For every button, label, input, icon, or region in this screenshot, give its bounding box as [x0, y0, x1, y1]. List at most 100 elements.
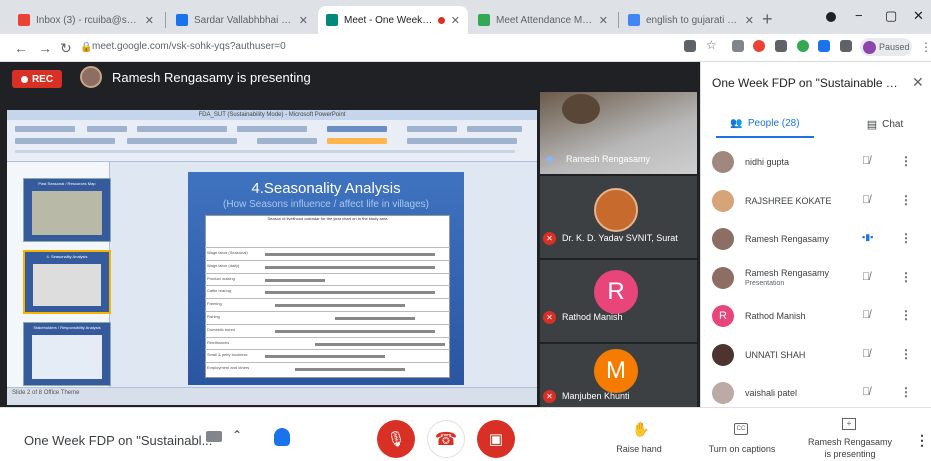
camera-icon[interactable]: [684, 40, 696, 52]
presenting-label[interactable]: is presenting: [800, 449, 900, 459]
slide-thumbnail[interactable]: Stakeholders / Responsibility Analysis: [23, 322, 111, 386]
extension-icon: [478, 14, 490, 26]
participant-name: Dr. K. D. Yadav SVNIT, Surat: [562, 233, 678, 243]
speaking-icon: ▪▮▪: [862, 232, 874, 242]
table-row: Wage labor (daily): [205, 259, 450, 272]
media-control-icon[interactable]: [826, 12, 836, 22]
chevron-up-icon[interactable]: ⌃: [232, 428, 242, 442]
table-row: Wage labor (Seasonal): [205, 247, 450, 259]
recording-dot-icon: [437, 16, 445, 24]
close-tab-icon[interactable]: ✕: [145, 14, 154, 27]
mic-off-icon: ✕: [543, 311, 556, 324]
forward-icon[interactable]: →: [38, 40, 52, 56]
close-tab-icon[interactable]: ✕: [451, 14, 460, 27]
tab-svnit[interactable]: Sardar Vallabhbhai National ✕: [168, 6, 316, 34]
avatar: [80, 66, 102, 88]
participant-row[interactable]: [700, 337, 931, 375]
participant-row[interactable]: [700, 144, 931, 182]
more-options-icon[interactable]: ⋮: [900, 231, 912, 245]
profile-status: Paused: [879, 42, 910, 52]
meet-icon: [326, 14, 338, 26]
extension-icon[interactable]: [818, 40, 830, 52]
more-options-icon[interactable]: ⋮: [900, 308, 912, 322]
tab-title: Sardar Vallabhbhai National: [194, 14, 293, 26]
more-options-icon[interactable]: ⋮: [915, 432, 929, 449]
download-icon[interactable]: [775, 40, 787, 52]
extension-icon[interactable]: [753, 40, 765, 52]
back-icon[interactable]: ←: [14, 40, 28, 56]
record-icon: [20, 75, 28, 83]
browser-tab-bar: Inbox (3) - rcuiba@svnit.ac.in ✕ Sardar …: [0, 0, 931, 34]
browser-menu-icon[interactable]: ⋮: [920, 40, 931, 54]
tab-meet[interactable]: Meet - One Week FDP o ✕: [318, 6, 468, 34]
close-tab-icon[interactable]: ✕: [299, 14, 308, 27]
close-window-button[interactable]: ✕: [913, 8, 924, 24]
raise-hand-button[interactable]: Raise hand: [604, 444, 674, 454]
tab-label: People (28): [747, 117, 800, 129]
maximize-button[interactable]: ▢: [885, 8, 897, 24]
mic-toggle-button[interactable]: 🎙: [377, 420, 415, 458]
mic-off-icon: 🎙̸: [862, 347, 871, 360]
minimize-button[interactable]: −: [855, 8, 863, 23]
captions-button[interactable]: Turn on captions: [700, 444, 784, 454]
avatar: [594, 188, 638, 232]
participant-name: Ramesh Rengasamy: [745, 234, 830, 244]
tab-google-search[interactable]: english to gujarati - Google ✕: [620, 6, 762, 34]
avatar: [863, 40, 876, 54]
tab-attendance[interactable]: Meet Attendance Monitor ✕: [470, 6, 616, 34]
present-icon: +: [842, 418, 856, 430]
table-row: Small & petty business: [205, 349, 450, 361]
avatar: R: [594, 270, 638, 314]
presenting-label[interactable]: Ramesh Rengasamy: [800, 437, 900, 447]
url-field[interactable]: meet.google.com/vsk-sohk-yqs?authuser=0: [92, 41, 286, 52]
row-label: Domestic bored: [207, 326, 236, 332]
profile-button[interactable]: Paused: [860, 38, 912, 56]
new-tab-button[interactable]: +: [762, 9, 773, 30]
tab-chat[interactable]: ▤ Chat: [850, 110, 920, 138]
people-icon: 👥: [730, 117, 743, 129]
captions-icon[interactable]: [206, 431, 222, 442]
reload-icon[interactable]: ↻: [60, 40, 72, 57]
mic-off-icon: 🎙̸: [862, 309, 871, 321]
close-icon[interactable]: ✕: [912, 74, 924, 91]
row-label: Employment and others: [207, 365, 250, 371]
participant-row[interactable]: [700, 298, 931, 336]
more-options-icon[interactable]: ⋮: [900, 347, 912, 361]
tab-people[interactable]: 👥 People (28): [716, 110, 814, 138]
table-row: Product making: [205, 272, 450, 285]
slide-thumbnails: Past Seasonal / Resources Map 4. Seasona…: [7, 162, 111, 387]
close-tab-icon[interactable]: ✕: [745, 14, 754, 27]
recording-badge: REC: [12, 70, 62, 88]
close-tab-icon[interactable]: ✕: [599, 14, 608, 27]
slide-thumbnail[interactable]: Past Seasonal / Resources Map: [23, 178, 111, 242]
extension-icon[interactable]: [797, 40, 809, 52]
puzzle-icon[interactable]: [840, 40, 852, 52]
participant-name: Rathod Manish: [745, 311, 806, 321]
table-row: Remittances: [205, 336, 450, 349]
mic-off-icon: ✕: [543, 390, 556, 403]
season-bar: [315, 342, 445, 346]
more-options-icon[interactable]: ⋮: [900, 270, 912, 284]
participant-row[interactable]: [700, 260, 931, 298]
lock-icon: 🔒: [80, 42, 93, 53]
shield-icon[interactable]: [274, 428, 290, 446]
avatar: R: [712, 305, 734, 327]
participant-role: Presentation: [745, 279, 785, 287]
star-icon[interactable]: ☆: [706, 38, 718, 52]
tab-gmail[interactable]: Inbox (3) - rcuiba@svnit.ac.in ✕: [10, 6, 162, 34]
participant-name: Manjuben Khunti: [562, 391, 630, 401]
leave-call-button[interactable]: ☎: [427, 420, 465, 458]
more-options-icon[interactable]: ⋮: [900, 193, 912, 207]
season-bar: [295, 368, 405, 372]
extension-icon[interactable]: [732, 40, 744, 52]
panel-title: One Week FDP on "Sustainable Te...: [712, 76, 902, 90]
tab-title: Meet - One Week FDP o: [344, 14, 434, 26]
slide-thumbnail[interactable]: 4. Seasonality Analysis: [23, 250, 111, 314]
meeting-details[interactable]: One Week FDP on "Sustainabl...: [24, 433, 212, 448]
more-options-icon[interactable]: ⋮: [900, 154, 912, 168]
avatar: [712, 382, 734, 404]
powerpoint-statusbar: [7, 387, 537, 405]
more-options-icon[interactable]: ⋮: [900, 385, 912, 399]
season-bar: [275, 304, 405, 308]
camera-toggle-button[interactable]: ▣: [477, 420, 515, 458]
